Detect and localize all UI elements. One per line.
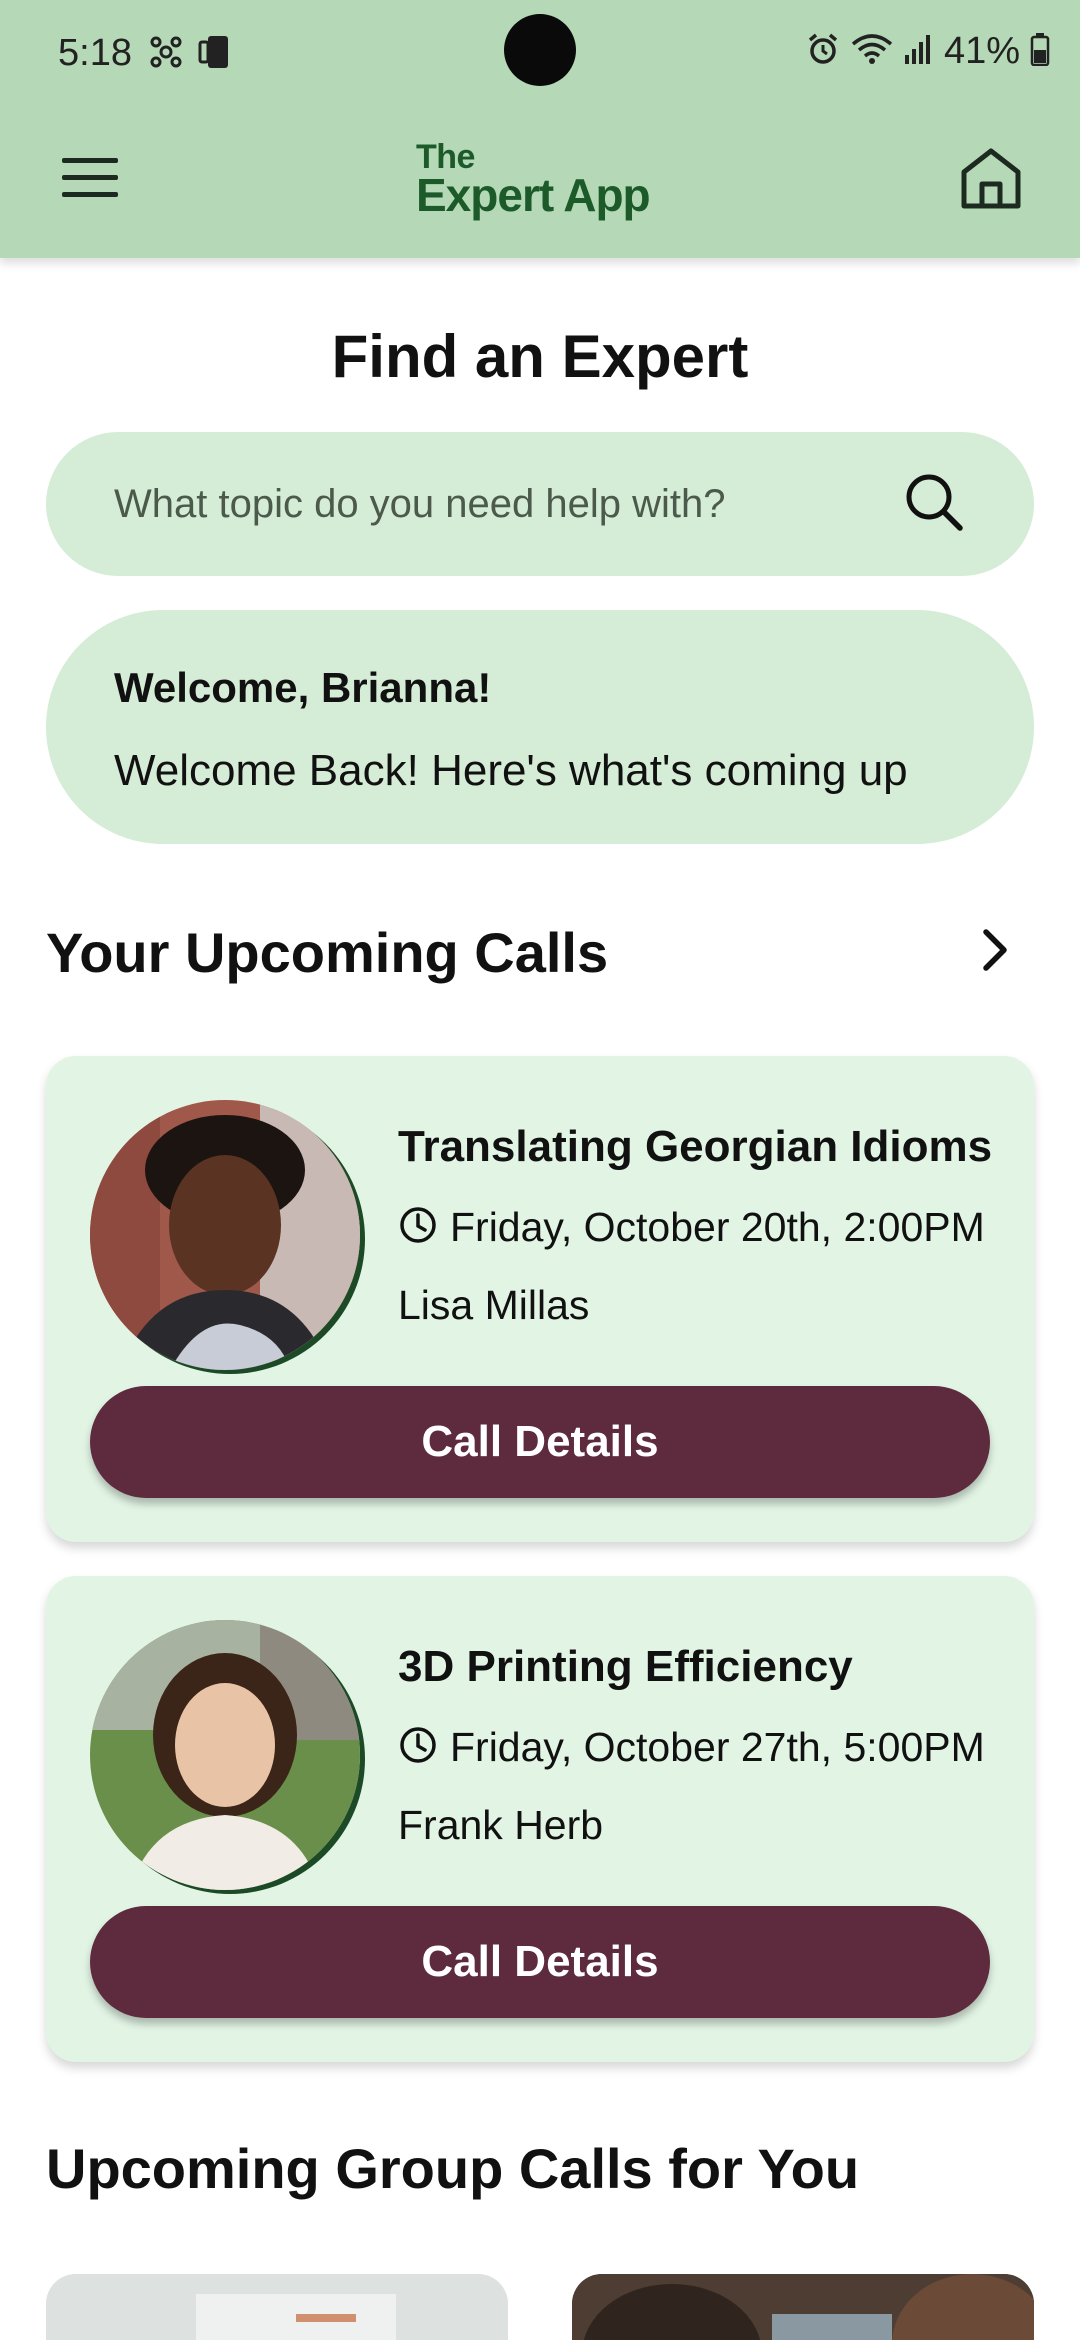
call-title: 3D Printing Efficiency	[398, 1642, 853, 1691]
call-card: Translating Georgian Idioms Friday, Octo…	[46, 1056, 1034, 1542]
chevron-right-icon	[978, 926, 1014, 979]
hamburger-menu-icon	[60, 156, 120, 205]
logo-line2: Expert App	[416, 169, 651, 221]
phone-sync-icon	[198, 34, 236, 75]
call-title: Translating Georgian Idioms	[398, 1122, 993, 1171]
signal-icon	[904, 33, 934, 70]
alarm-icon	[806, 32, 840, 71]
group-call-image	[572, 2274, 1034, 2340]
group-call-card[interactable]	[572, 2274, 1034, 2340]
menu-button[interactable]	[50, 150, 130, 210]
call-time-row: Friday, October 27th, 5:00PM	[398, 1724, 985, 1771]
see-all-calls-button[interactable]	[968, 924, 1024, 980]
search-input[interactable]	[114, 470, 914, 538]
battery-percent: 41%	[943, 30, 1020, 72]
clock-icon	[398, 1725, 438, 1770]
call-datetime: Friday, October 20th, 2:00PM	[450, 1204, 985, 1250]
group-call-card[interactable]	[46, 2274, 508, 2340]
upcoming-calls-heading: Your Upcoming Calls	[46, 921, 609, 984]
welcome-title: Welcome, Brianna!	[114, 664, 492, 711]
search-button[interactable]	[896, 466, 972, 542]
status-bar: 5:18 41%	[0, 0, 1080, 104]
welcome-subtitle: Welcome Back! Here's what's coming up	[114, 746, 908, 795]
group-calls-heading: Upcoming Group Calls for You	[46, 2137, 860, 2200]
home-button[interactable]	[950, 140, 1032, 222]
call-expert-name: Frank Herb	[398, 1802, 604, 1848]
call-details-button[interactable]: Call Details	[90, 1386, 990, 1498]
call-time-row: Friday, October 20th, 2:00PM	[398, 1204, 985, 1251]
call-details-button[interactable]: Call Details	[90, 1906, 990, 2018]
header-area: 5:18 41% The Expert App	[0, 0, 1080, 258]
home-icon	[958, 146, 1024, 217]
wifi-icon	[850, 32, 894, 71]
battery-icon	[1030, 32, 1050, 71]
status-left-icons	[148, 34, 236, 75]
avatar	[90, 1620, 360, 1890]
search-bar	[46, 432, 1034, 576]
app-logo: The Expert App	[416, 140, 676, 218]
call-datetime: Friday, October 27th, 5:00PM	[450, 1724, 985, 1770]
front-camera	[504, 14, 576, 86]
search-icon	[902, 470, 966, 539]
avatar	[90, 1100, 360, 1370]
clock-icon	[398, 1205, 438, 1250]
call-card: 3D Printing Efficiency Friday, October 2…	[46, 1576, 1034, 2062]
call-expert-name: Lisa Millas	[398, 1282, 590, 1328]
page-title: Find an Expert	[331, 323, 749, 390]
welcome-card: Welcome, Brianna! Welcome Back! Here's w…	[46, 610, 1034, 844]
app-root: 5:18 41% The Expert App Find an Expert W…	[0, 0, 1080, 2340]
hub-icon	[148, 34, 184, 75]
upcoming-calls-header: Your Upcoming Calls	[46, 912, 1034, 992]
status-right-icons: 41%	[806, 30, 1050, 73]
status-time: 5:18	[58, 32, 132, 74]
group-call-image	[46, 2274, 508, 2340]
